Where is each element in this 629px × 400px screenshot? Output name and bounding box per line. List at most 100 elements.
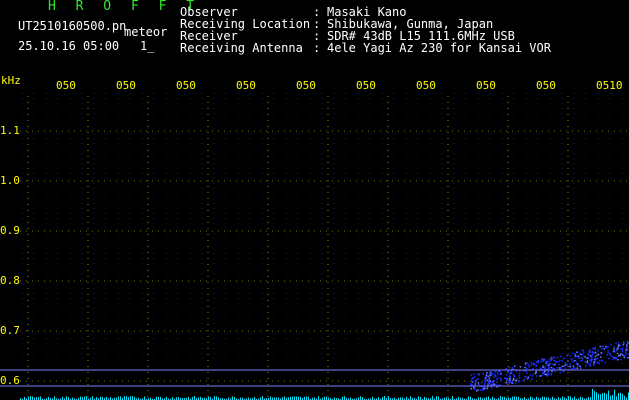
- signal-pixel: [530, 361, 533, 364]
- signal-pixel: [554, 370, 556, 373]
- signal-pixel: [625, 346, 628, 348]
- signal-pixel: [560, 355, 562, 358]
- signal-pixel: [607, 351, 609, 354]
- signal-pixel: [484, 382, 486, 384]
- signal-pixel: [591, 353, 593, 355]
- signal-pixel: [497, 373, 500, 376]
- signal-pixel: [584, 356, 586, 358]
- signal-pixel: [477, 378, 479, 380]
- signal-pixel: [573, 366, 575, 369]
- signal-pixel: [525, 364, 527, 366]
- signal-pixel: [601, 345, 603, 348]
- signal-pixel: [488, 376, 491, 378]
- signal-pixel: [596, 354, 598, 356]
- signal-pixel: [544, 358, 546, 361]
- signal-pixel: [627, 356, 629, 359]
- signal-pixel: [512, 374, 515, 376]
- signal-pixel: [572, 365, 575, 367]
- signal-pixel: [480, 382, 483, 384]
- signal-pixel: [541, 374, 543, 377]
- signal-pixel: [580, 357, 582, 359]
- signal-pixel: [516, 378, 519, 380]
- signal-pixel: [577, 363, 579, 365]
- signal-pixel: [589, 355, 592, 357]
- spectrum-bar: [542, 396, 543, 400]
- signal-pixel: [620, 358, 622, 361]
- signal-pixel: [567, 360, 569, 363]
- signal-pixel: [496, 381, 498, 383]
- signal-pixel: [616, 348, 618, 350]
- signal-pixel: [569, 365, 571, 368]
- signal-pixel: [556, 367, 558, 369]
- background-dot-grid: [21, 88, 623, 366]
- signal-pixel: [512, 382, 514, 385]
- signal-pixel: [569, 363, 572, 365]
- signal-pixel: [470, 387, 472, 390]
- signal-pixel: [544, 366, 546, 368]
- signal-pixel: [558, 363, 560, 366]
- signal-pixel: [627, 342, 629, 344]
- signal-pixel: [473, 388, 476, 390]
- signal-pixel: [583, 351, 585, 353]
- spectrum-bar: [214, 396, 215, 400]
- signal-pixel: [486, 379, 489, 382]
- signal-pixel: [557, 361, 560, 363]
- signal-pixel: [486, 387, 489, 389]
- signal-pixel: [484, 387, 486, 389]
- signal-pixel: [553, 359, 555, 362]
- signal-pixel: [607, 345, 609, 348]
- spectrum-bar: [292, 396, 293, 400]
- signal-pixel: [532, 373, 535, 375]
- spectrum-bar: [606, 394, 607, 400]
- spectrum-bar: [156, 396, 157, 400]
- spectrum-bar: [132, 396, 133, 400]
- signal-pixel: [593, 362, 595, 364]
- spectrum-bar: [596, 392, 597, 400]
- signal-pixel: [608, 357, 610, 360]
- spectrum-bar: [568, 396, 569, 400]
- y-tick-label: 0.8: [0, 274, 20, 287]
- spectrum-bar: [470, 396, 471, 400]
- signal-pixel: [547, 367, 550, 370]
- signal-pixel: [588, 350, 590, 353]
- spectrum-bar: [468, 396, 469, 400]
- signal-pixel: [592, 347, 595, 349]
- signal-pixel: [513, 365, 516, 367]
- signal-pixel: [525, 370, 527, 372]
- signal-pixel: [621, 347, 624, 350]
- spectrum-bar: [30, 396, 31, 400]
- signal-pixel: [510, 381, 512, 383]
- signal-pixel: [581, 359, 584, 361]
- signal-pixel: [562, 357, 565, 360]
- signal-pixel: [482, 372, 485, 375]
- signal-pixel: [618, 355, 620, 357]
- signal-pixel: [594, 351, 597, 354]
- signal-pixel: [487, 381, 490, 384]
- signal-pixel: [561, 360, 563, 362]
- signal-pixel: [535, 364, 538, 366]
- spectrum-bar: [360, 396, 361, 400]
- signal-pixel: [486, 371, 488, 374]
- signal-pixel: [626, 344, 628, 346]
- signal-pixel: [623, 355, 625, 357]
- signal-pixel: [508, 366, 510, 369]
- signal-pixel: [625, 348, 628, 351]
- signal-pixel: [489, 371, 492, 373]
- signal-pixel: [499, 373, 502, 376]
- signal-pixel: [586, 361, 588, 364]
- spectrum-bar: [514, 396, 515, 400]
- signal-pixel: [610, 354, 612, 357]
- spectrum-bar: [562, 396, 563, 400]
- spectrum-bar: [604, 392, 605, 400]
- signal-pixel: [579, 367, 582, 369]
- signal-pixel: [548, 362, 551, 365]
- spectrum-bar: [318, 396, 319, 400]
- spectrum-bar: [208, 396, 209, 400]
- signal-pixel: [470, 374, 473, 376]
- signal-pixel: [590, 360, 592, 362]
- signal-pixel: [518, 376, 521, 379]
- spectrum-bar: [592, 388, 593, 400]
- signal-pixel: [550, 356, 552, 358]
- signal-pixel: [535, 372, 537, 374]
- signal-pixel: [537, 361, 540, 363]
